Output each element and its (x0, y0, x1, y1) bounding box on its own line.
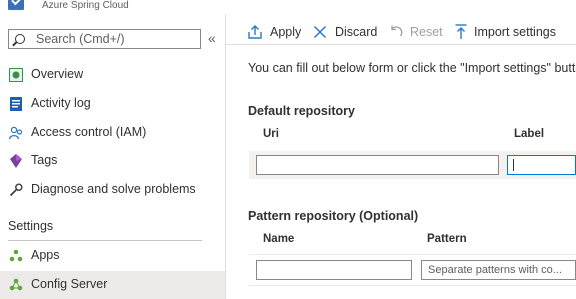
pattern-input[interactable]: Separate patterns with co... (421, 260, 576, 280)
discard-button[interactable]: Discard (313, 14, 379, 44)
intro-text: You can fill out below form or click the… (248, 61, 576, 75)
upload-icon (248, 25, 262, 39)
apps-icon (9, 249, 23, 262)
iam-icon (9, 126, 23, 140)
pattern-column-header: Pattern (427, 233, 467, 245)
import-settings-button[interactable]: Import settings (455, 14, 575, 44)
title-bar: Azure Spring Cloud (0, 0, 576, 14)
settings-section-header: Settings (8, 219, 54, 233)
resource-menu: Search (Cmd+/) « Overview Activity log A… (0, 14, 226, 299)
collapse-menu-icon[interactable]: « (208, 30, 216, 46)
label-input[interactable] (507, 155, 576, 175)
reset-button[interactable]: Reset (389, 14, 445, 44)
sidebar-item-access-control[interactable]: Access control (IAM) (0, 119, 225, 147)
overview-icon (9, 68, 23, 82)
sidebar-item-config-server[interactable]: Config Server (0, 271, 225, 299)
close-icon (313, 25, 327, 39)
default-repository-heading: Default repository (248, 104, 355, 118)
undo-icon (391, 25, 403, 37)
uri-input[interactable] (256, 155, 499, 175)
sidebar-item-overview[interactable]: Overview (0, 61, 225, 89)
tag-icon (10, 154, 22, 168)
sidebar-item-apps[interactable]: Apps (0, 242, 225, 270)
wrench-icon (9, 183, 23, 197)
section-divider (8, 240, 202, 241)
sidebar-item-activity-log[interactable]: Activity log (0, 90, 225, 118)
name-input[interactable] (256, 260, 412, 280)
config-server-icon (9, 278, 23, 291)
sidebar-item-diagnose[interactable]: Diagnose and solve problems (0, 176, 225, 204)
activity-log-icon (10, 97, 22, 111)
search-input[interactable]: Search (Cmd+/) (8, 29, 201, 49)
search-icon (15, 34, 25, 44)
pattern-repository-heading: Pattern repository (Optional) (248, 209, 419, 223)
import-icon (455, 24, 467, 39)
uri-column-header: Uri (263, 128, 279, 140)
text-caret (513, 159, 514, 171)
command-bar: Apply Discard Reset Import settings (226, 14, 576, 45)
label-column-header: Label (514, 128, 545, 140)
name-column-header: Name (263, 233, 295, 245)
spring-cloud-icon (8, 0, 24, 10)
sidebar-item-tags[interactable]: Tags (0, 147, 225, 175)
resource-type-subtitle: Azure Spring Cloud (42, 0, 129, 11)
